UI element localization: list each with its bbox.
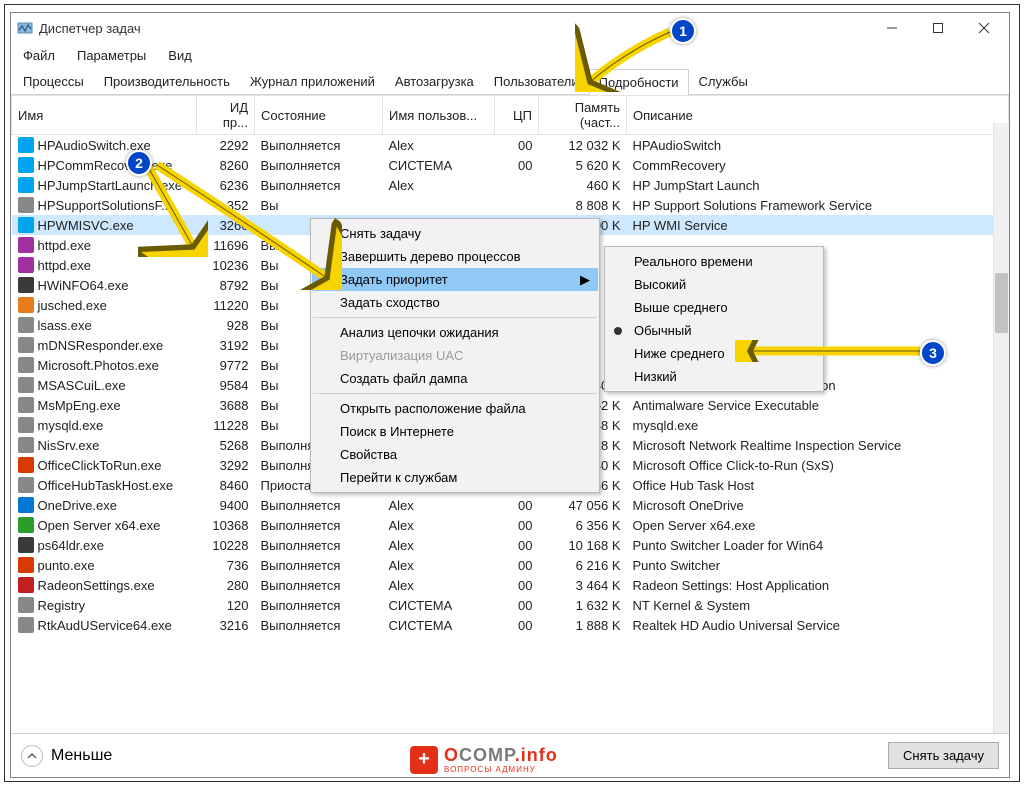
bullet-icon [614, 327, 622, 335]
menu-options[interactable]: Параметры [73, 46, 150, 65]
col-mem[interactable]: Память (част... [539, 96, 627, 135]
fewer-details-label[interactable]: Меньше [51, 747, 112, 765]
ctx-item[interactable]: Снять задачу [312, 222, 598, 245]
tab-3[interactable]: Автозагрузка [385, 68, 484, 94]
tabbar: ПроцессыПроизводительностьЖурнал приложе… [11, 67, 1009, 95]
minimize-button[interactable] [869, 13, 915, 43]
ctx-item[interactable]: Поиск в Интернете [312, 420, 598, 443]
table-row[interactable]: HPSupportSolutionsF...352Вы8 808 KHP Sup… [12, 195, 1009, 215]
chevron-up-icon [27, 751, 37, 761]
ctx-item[interactable]: Перейти к службам [312, 466, 598, 489]
table-row[interactable]: RtkAudUService64.exe3216ВыполняетсяСИСТЕ… [12, 615, 1009, 635]
callout-badge-2: 2 [126, 150, 152, 176]
priority-item[interactable]: Реального времени [606, 250, 822, 273]
table-row[interactable]: RadeonSettings.exe280ВыполняетсяAlex003 … [12, 575, 1009, 595]
ctx-item[interactable]: Виртуализация UAC [312, 344, 598, 367]
watermark: + OCOMP.info ВОПРОСЫ АДМИНУ [410, 745, 558, 774]
watermark-sub: ВОПРОСЫ АДМИНУ [444, 766, 558, 774]
ctx-item[interactable]: Свойства [312, 443, 598, 466]
callout-badge-1: 1 [670, 18, 696, 44]
table-row[interactable]: OneDrive.exe9400ВыполняетсяAlex0047 056 … [12, 495, 1009, 515]
menu-file[interactable]: Файл [19, 46, 59, 65]
watermark-badge: + [410, 746, 438, 774]
priority-item[interactable]: Низкий [606, 365, 822, 388]
table-row[interactable]: ps64ldr.exe10228ВыполняетсяAlex0010 168 … [12, 535, 1009, 555]
tab-5[interactable]: Подробности [589, 69, 689, 95]
chevron-right-icon: ▶ [580, 272, 590, 288]
col-desc[interactable]: Описание [627, 96, 1009, 135]
table-row[interactable]: HPCommRecovery.exe8260ВыполняетсяСИСТЕМА… [12, 155, 1009, 175]
table-row[interactable]: HPJumpStartLaunch.exe6236ВыполняетсяAlex… [12, 175, 1009, 195]
col-state[interactable]: Состояние [255, 96, 383, 135]
ctx-item[interactable]: Создать файл дампа [312, 367, 598, 390]
ctx-item[interactable]: Задать приоритет▶ [312, 268, 598, 291]
ctx-item[interactable]: Задать сходство [312, 291, 598, 314]
titlebar: Диспетчер задач [11, 13, 1009, 43]
window-title: Диспетчер задач [39, 21, 141, 36]
col-user[interactable]: Имя пользов... [383, 96, 495, 135]
table-row[interactable]: Open Server x64.exe10368ВыполняетсяAlex0… [12, 515, 1009, 535]
tab-0[interactable]: Процессы [13, 68, 94, 94]
table-row[interactable]: punto.exe736ВыполняетсяAlex006 216 KPunt… [12, 555, 1009, 575]
priority-submenu: Реального времениВысокийВыше среднегоОбы… [604, 246, 824, 392]
priority-item[interactable]: Ниже среднего [606, 342, 822, 365]
ctx-item[interactable]: Анализ цепочки ожидания [312, 321, 598, 344]
scrollbar-thumb[interactable] [995, 273, 1008, 333]
table-row[interactable]: HPAudioSwitch.exe2292ВыполняетсяAlex0012… [12, 135, 1009, 156]
priority-item[interactable]: Обычный [606, 319, 822, 342]
maximize-button[interactable] [915, 13, 961, 43]
process-context-menu: Снять задачуЗавершить дерево процессовЗа… [310, 218, 600, 493]
watermark-text: OCOMP.info [444, 745, 558, 765]
callout-badge-3: 3 [920, 340, 946, 366]
col-pid[interactable]: ИД пр... [197, 96, 255, 135]
menu-view[interactable]: Вид [164, 46, 196, 65]
tab-2[interactable]: Журнал приложений [240, 68, 385, 94]
priority-item[interactable]: Высокий [606, 273, 822, 296]
fewer-details-button[interactable] [21, 745, 43, 767]
end-task-button[interactable]: Снять задачу [888, 742, 999, 769]
priority-item[interactable]: Выше среднего [606, 296, 822, 319]
table-row[interactable]: Registry120ВыполняетсяСИСТЕМА001 632 KNT… [12, 595, 1009, 615]
tab-1[interactable]: Производительность [94, 68, 240, 94]
vertical-scrollbar[interactable] [993, 123, 1009, 733]
table-header-row: Имя ИД пр... Состояние Имя пользов... ЦП… [12, 96, 1009, 135]
task-manager-icon [17, 20, 33, 36]
tab-6[interactable]: Службы [689, 68, 758, 94]
col-cpu[interactable]: ЦП [495, 96, 539, 135]
col-name[interactable]: Имя [12, 96, 197, 135]
close-button[interactable] [961, 13, 1007, 43]
ctx-item[interactable]: Открыть расположение файла [312, 397, 598, 420]
ctx-item[interactable]: Завершить дерево процессов [312, 245, 598, 268]
tab-4[interactable]: Пользователи [484, 68, 589, 94]
menubar: Файл Параметры Вид [11, 43, 1009, 67]
